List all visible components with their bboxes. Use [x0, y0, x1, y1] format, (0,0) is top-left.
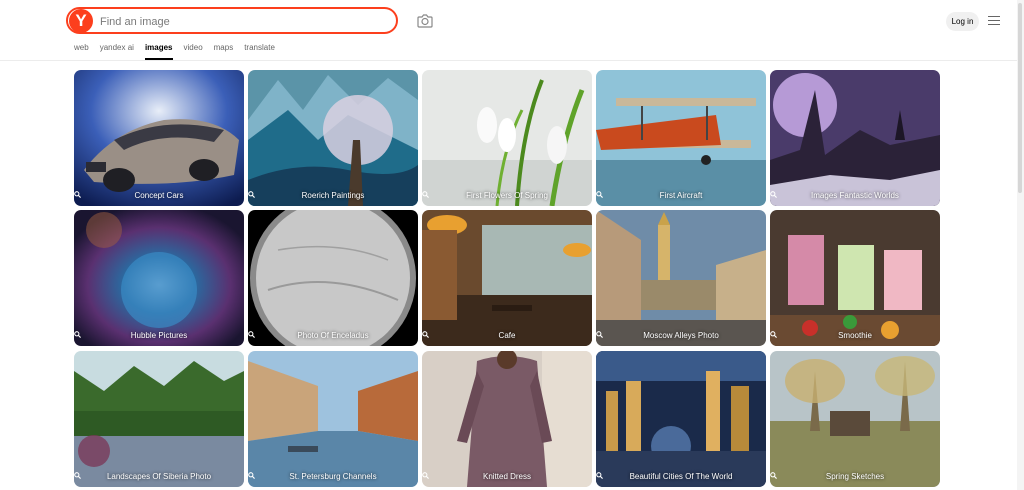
search-icon — [596, 191, 603, 198]
yandex-logo[interactable]: Y — [69, 9, 93, 33]
tile-caption: Photo Of Enceladus — [248, 331, 418, 340]
tile-st-petersburg-channels[interactable]: St. Petersburg Channels — [248, 351, 418, 487]
search-icon — [770, 191, 777, 198]
tile-first-flowers[interactable]: First Flowers Of Spring — [422, 70, 592, 206]
tile-caption: Cafe — [422, 331, 592, 340]
tile-hubble-pictures[interactable]: Hubble Pictures — [74, 210, 244, 346]
tile-caption: Knitted Dress — [422, 472, 592, 481]
tile-knitted-dress[interactable]: Knitted Dress — [422, 351, 592, 487]
tile-spring-sketches[interactable]: Spring Sketches — [770, 351, 940, 487]
search-input[interactable] — [98, 12, 392, 32]
tab-translate[interactable]: translate — [244, 43, 275, 59]
tile-caption: First Flowers Of Spring — [422, 191, 592, 200]
tile-roerich-paintings[interactable]: Roerich Paintings — [248, 70, 418, 206]
concept-car-image — [74, 70, 244, 206]
search-icon — [74, 472, 81, 479]
tile-caption: Spring Sketches — [770, 472, 940, 481]
smoothie-image — [770, 210, 940, 346]
tile-caption: Moscow Alleys Photo — [596, 331, 766, 340]
tile-caption: First Aircraft — [596, 191, 766, 200]
tile-caption: Smoothie — [770, 331, 940, 340]
tile-caption: Landscapes Of Siberia Photo — [74, 472, 244, 481]
spring-sketch-image — [770, 351, 940, 487]
login-button[interactable]: Log in — [946, 12, 979, 31]
search-icon — [248, 472, 255, 479]
search-icon — [770, 331, 777, 338]
search-icon — [422, 472, 429, 479]
tile-caption: Concept Cars — [74, 191, 244, 200]
roerich-painting-image — [248, 70, 418, 206]
snowdrops-image — [422, 70, 592, 206]
tile-caption: Images Fantastic Worlds — [770, 191, 940, 200]
tile-first-aircraft[interactable]: First Aircraft — [596, 70, 766, 206]
tile-beautiful-cities[interactable]: Beautiful Cities Of The World — [596, 351, 766, 487]
search-icon — [74, 331, 81, 338]
tab-maps[interactable]: maps — [214, 43, 234, 59]
tab-video[interactable]: video — [184, 43, 203, 59]
camera-search-icon[interactable] — [416, 13, 434, 29]
city-night-image — [596, 351, 766, 487]
tile-fantastic-worlds[interactable]: Images Fantastic Worlds — [770, 70, 940, 206]
tab-web[interactable]: web — [74, 43, 89, 59]
fantasy-world-image — [770, 70, 940, 206]
search-box[interactable] — [66, 7, 398, 34]
search-icon — [248, 331, 255, 338]
petersburg-canal-image — [248, 351, 418, 487]
scrollbar-thumb[interactable] — [1018, 3, 1022, 193]
tile-moscow-alleys[interactable]: Moscow Alleys Photo — [596, 210, 766, 346]
tile-caption: Hubble Pictures — [74, 331, 244, 340]
enceladus-image — [248, 210, 418, 346]
knitted-dress-image — [422, 351, 592, 487]
moscow-alley-image — [596, 210, 766, 346]
tile-siberia-landscapes[interactable]: Landscapes Of Siberia Photo — [74, 351, 244, 487]
tile-caption: Beautiful Cities Of The World — [596, 472, 766, 481]
tile-concept-cars[interactable]: Concept Cars — [74, 70, 244, 206]
tab-images[interactable]: images — [144, 43, 173, 60]
hamburger-menu-icon[interactable] — [988, 16, 1000, 27]
tile-caption: Roerich Paintings — [248, 191, 418, 200]
siberia-landscape-image — [74, 351, 244, 487]
tile-smoothie[interactable]: Smoothie — [770, 210, 940, 346]
search-icon — [248, 191, 255, 198]
search-icon — [422, 191, 429, 198]
search-icon — [596, 472, 603, 479]
cafe-interior-image — [422, 210, 592, 346]
tab-yandex-ai[interactable]: yandex ai — [100, 43, 134, 59]
tile-caption: St. Petersburg Channels — [248, 472, 418, 481]
top-header: Y web yandex ai images video maps transl… — [0, 0, 1024, 61]
search-icon — [596, 331, 603, 338]
tile-enceladus[interactable]: Photo Of Enceladus — [248, 210, 418, 346]
nebula-image — [74, 210, 244, 346]
search-icon — [422, 331, 429, 338]
biplane-image — [596, 70, 766, 206]
search-tabs: web yandex ai images video maps translat… — [74, 43, 286, 60]
tile-cafe[interactable]: Cafe — [422, 210, 592, 346]
search-icon — [74, 191, 81, 198]
search-icon — [770, 472, 777, 479]
